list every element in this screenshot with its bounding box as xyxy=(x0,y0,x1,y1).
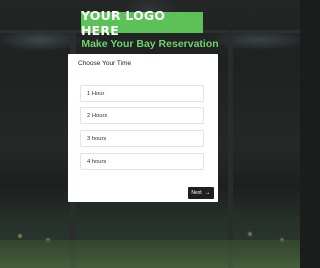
option-4-hours[interactable]: 4 hours xyxy=(80,153,204,170)
background-turf xyxy=(0,240,300,268)
option-label: 3 hours xyxy=(87,135,107,142)
page-headline: Make Your Bay Reservation xyxy=(81,38,219,50)
option-label: 1 Hour xyxy=(87,90,105,97)
option-3-hours[interactable]: 3 hours xyxy=(80,130,204,147)
option-2-hours[interactable]: 2 Hours xyxy=(80,107,204,124)
card-title: Choose Your Time xyxy=(78,60,132,67)
option-label: 4 hours xyxy=(87,158,107,165)
option-1-hour[interactable]: 1 Hour xyxy=(80,85,204,102)
logo: YOUR LOGO HERE xyxy=(81,8,203,38)
reservation-card: Choose Your Time 1 Hour 2 Hours 3 hours … xyxy=(68,54,218,202)
arrow-right-icon: → xyxy=(204,190,211,196)
option-label: 2 Hours xyxy=(87,112,108,119)
next-button-label: Next xyxy=(191,190,202,196)
next-button[interactable]: Next → xyxy=(188,187,214,199)
